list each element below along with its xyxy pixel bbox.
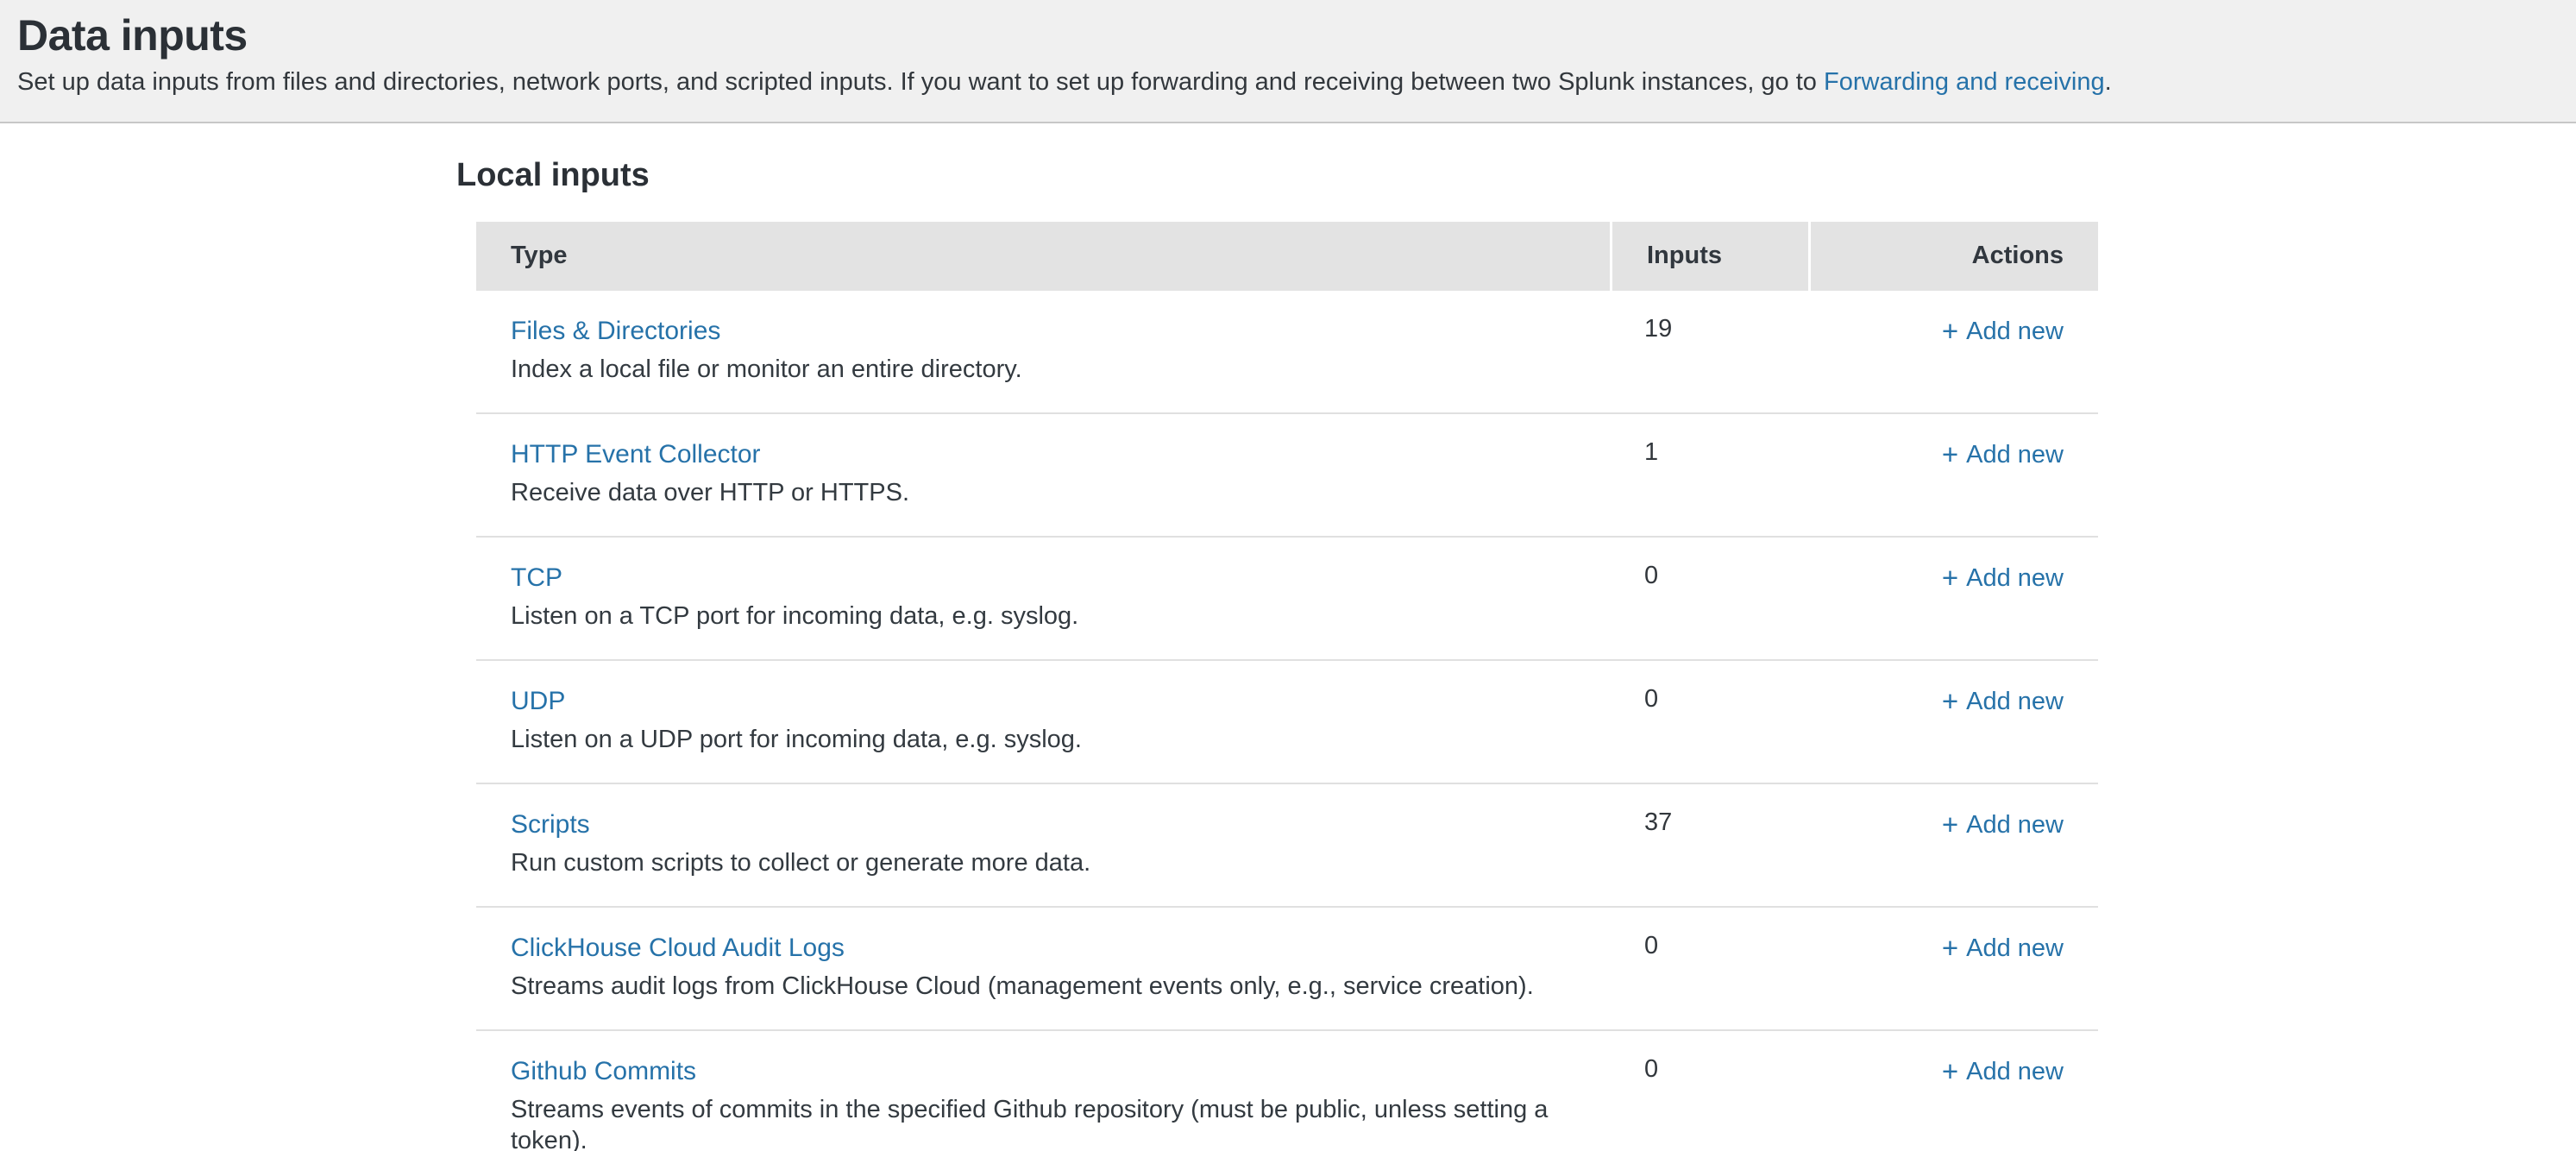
row-input-count: 0 xyxy=(1610,538,1808,659)
type-cell: Github Commits Streams events of commits… xyxy=(476,1031,1610,1151)
add-new-link[interactable]: + Add new xyxy=(1942,1058,2064,1085)
row-description: Run custom scripts to collect or generat… xyxy=(511,847,1610,878)
actions-cell: + Add new xyxy=(1808,784,2098,906)
plus-icon: + xyxy=(1942,685,1958,718)
type-cell: ClickHouse Cloud Audit Logs Streams audi… xyxy=(476,908,1610,1029)
main-content: Local inputs Type Inputs Actions Files &… xyxy=(0,123,2576,1151)
page-header: Data inputs Set up data inputs from file… xyxy=(0,0,2576,123)
actions-cell: + Add new xyxy=(1808,1031,2098,1151)
page-title: Data inputs xyxy=(17,12,2555,60)
row-input-count: 37 xyxy=(1610,784,1808,906)
plus-icon: + xyxy=(1942,1055,1958,1088)
type-cell: Scripts Run custom scripts to collect or… xyxy=(476,784,1610,906)
page-subtitle: Set up data inputs from files and direct… xyxy=(17,68,2555,97)
add-new-link[interactable]: + Add new xyxy=(1942,564,2064,592)
type-cell: UDP Listen on a UDP port for incoming da… xyxy=(476,661,1610,783)
add-new-link[interactable]: + Add new xyxy=(1942,318,2064,345)
row-name-link[interactable]: Github Commits xyxy=(511,1055,696,1088)
add-new-label: Add new xyxy=(1966,811,2064,839)
header-type: Type xyxy=(476,222,1610,291)
subtitle-text: Set up data inputs from files and direct… xyxy=(17,68,1824,96)
add-new-label: Add new xyxy=(1966,1058,2064,1085)
local-inputs-table: Type Inputs Actions Files & Directories … xyxy=(476,222,2098,1151)
add-new-label: Add new xyxy=(1966,318,2064,345)
row-name-link[interactable]: Scripts xyxy=(511,808,590,841)
table-row: ClickHouse Cloud Audit Logs Streams audi… xyxy=(476,908,2098,1031)
add-new-label: Add new xyxy=(1966,564,2064,592)
table-row: Files & Directories Index a local file o… xyxy=(476,291,2098,414)
row-input-count: 0 xyxy=(1610,661,1808,783)
row-name-link[interactable]: ClickHouse Cloud Audit Logs xyxy=(511,932,845,965)
row-name-link[interactable]: UDP xyxy=(511,685,565,718)
add-new-label: Add new xyxy=(1966,934,2064,962)
row-description: Listen on a TCP port for incoming data, … xyxy=(511,601,1610,632)
row-description: Index a local file or monitor an entire … xyxy=(511,354,1610,385)
table-row: Github Commits Streams events of commits… xyxy=(476,1031,2098,1151)
add-new-label: Add new xyxy=(1966,688,2064,715)
plus-icon: + xyxy=(1942,808,1958,841)
row-input-count: 19 xyxy=(1610,291,1808,412)
row-name-link[interactable]: TCP xyxy=(511,562,562,594)
subtitle-period: . xyxy=(2105,68,2112,96)
table-header: Type Inputs Actions xyxy=(476,222,2098,291)
row-name-link[interactable]: HTTP Event Collector xyxy=(511,438,761,471)
row-description: Receive data over HTTP or HTTPS. xyxy=(511,477,1610,508)
row-input-count: 0 xyxy=(1610,1031,1808,1151)
row-input-count: 1 xyxy=(1610,414,1808,536)
table-row: Scripts Run custom scripts to collect or… xyxy=(476,784,2098,908)
add-new-link[interactable]: + Add new xyxy=(1942,811,2064,839)
plus-icon: + xyxy=(1942,315,1958,348)
add-new-link[interactable]: + Add new xyxy=(1942,441,2064,469)
section-title: Local inputs xyxy=(456,156,2576,196)
actions-cell: + Add new xyxy=(1808,414,2098,536)
header-inputs: Inputs xyxy=(1612,222,1808,291)
actions-cell: + Add new xyxy=(1808,538,2098,659)
add-new-link[interactable]: + Add new xyxy=(1942,688,2064,715)
forwarding-and-receiving-link[interactable]: Forwarding and receiving xyxy=(1824,68,2105,96)
table-row: UDP Listen on a UDP port for incoming da… xyxy=(476,661,2098,784)
header-actions: Actions xyxy=(1811,222,2098,291)
table-row: HTTP Event Collector Receive data over H… xyxy=(476,414,2098,538)
add-new-label: Add new xyxy=(1966,441,2064,469)
type-cell: Files & Directories Index a local file o… xyxy=(476,291,1610,412)
actions-cell: + Add new xyxy=(1808,908,2098,1029)
type-cell: TCP Listen on a TCP port for incoming da… xyxy=(476,538,1610,659)
row-name-link[interactable]: Files & Directories xyxy=(511,315,720,348)
actions-cell: + Add new xyxy=(1808,661,2098,783)
table-row: TCP Listen on a TCP port for incoming da… xyxy=(476,538,2098,661)
plus-icon: + xyxy=(1942,932,1958,965)
plus-icon: + xyxy=(1942,562,1958,594)
row-description: Streams audit logs from ClickHouse Cloud… xyxy=(511,971,1610,1002)
actions-cell: + Add new xyxy=(1808,291,2098,412)
row-description: Listen on a UDP port for incoming data, … xyxy=(511,724,1610,755)
type-cell: HTTP Event Collector Receive data over H… xyxy=(476,414,1610,536)
row-description: Streams events of commits in the specifi… xyxy=(511,1094,1610,1151)
plus-icon: + xyxy=(1942,438,1958,471)
add-new-link[interactable]: + Add new xyxy=(1942,934,2064,962)
row-input-count: 0 xyxy=(1610,908,1808,1029)
